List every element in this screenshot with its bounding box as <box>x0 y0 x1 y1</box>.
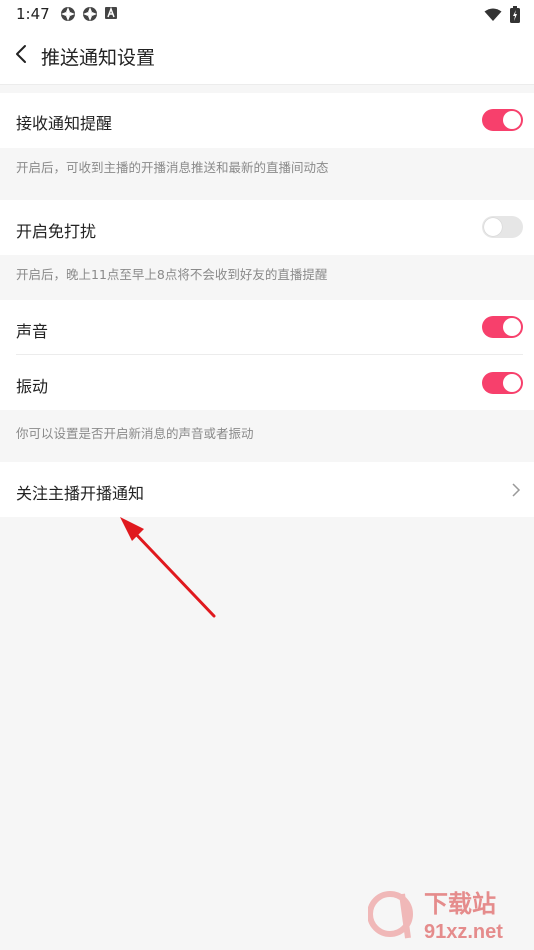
setting-row-sound[interactable]: 声音 <box>0 300 534 355</box>
font-app-icon <box>105 6 117 19</box>
toggle-knob <box>503 318 521 336</box>
setting-label: 关注主播开播通知 <box>16 484 145 503</box>
sound-vibrate-group: 声音 振动 <box>0 300 534 410</box>
setting-row-do-not-disturb[interactable]: 开启免打扰 <box>0 200 534 255</box>
setting-row-vibrate[interactable]: 振动 <box>0 355 534 410</box>
toggle-knob <box>503 111 521 129</box>
receive-notifications-toggle[interactable] <box>482 109 523 131</box>
top-app-bar: 推送通知设置 <box>0 28 534 85</box>
chevron-right-icon <box>512 483 521 497</box>
status-bar: 1:47 <box>0 0 534 28</box>
back-arrow-icon[interactable] <box>10 42 34 66</box>
watermark-domain: 91xz.net <box>424 921 503 943</box>
setting-row-receive-notifications[interactable]: 接收通知提醒 <box>0 93 534 148</box>
status-system-icons <box>484 6 520 23</box>
setting-label: 振动 <box>16 377 49 396</box>
setting-row-follow-anchor-notifications[interactable]: 关注主播开播通知 <box>0 462 534 517</box>
status-time: 1:47 <box>16 5 50 23</box>
sound-toggle[interactable] <box>482 316 523 338</box>
do-not-disturb-toggle[interactable] <box>482 216 523 238</box>
setting-label: 开启免打扰 <box>16 222 97 241</box>
setting-label: 声音 <box>16 322 49 341</box>
app-notification-icon <box>61 7 75 21</box>
sound-vibrate-hint: 你可以设置是否开启新消息的声音或者振动 <box>16 426 254 441</box>
wifi-icon <box>484 8 502 21</box>
battery-charging-icon <box>510 6 520 23</box>
status-notification-icons <box>60 6 118 22</box>
annotation-arrow <box>120 517 216 618</box>
vibrate-toggle[interactable] <box>482 372 523 394</box>
toggle-knob <box>484 218 502 236</box>
receive-notifications-hint: 开启后，可收到主播的开播消息推送和最新的直播间动态 <box>16 160 329 175</box>
do-not-disturb-hint: 开启后，晚上11点至早上8点将不会收到好友的直播提醒 <box>16 267 328 282</box>
app-notification-icon <box>83 7 97 21</box>
watermark-logo: 下载站 91xz.net <box>368 891 503 943</box>
toggle-knob <box>503 374 521 392</box>
watermark-brand: 下载站 <box>424 891 496 918</box>
page-title: 推送通知设置 <box>41 47 156 69</box>
setting-label: 接收通知提醒 <box>16 114 113 133</box>
